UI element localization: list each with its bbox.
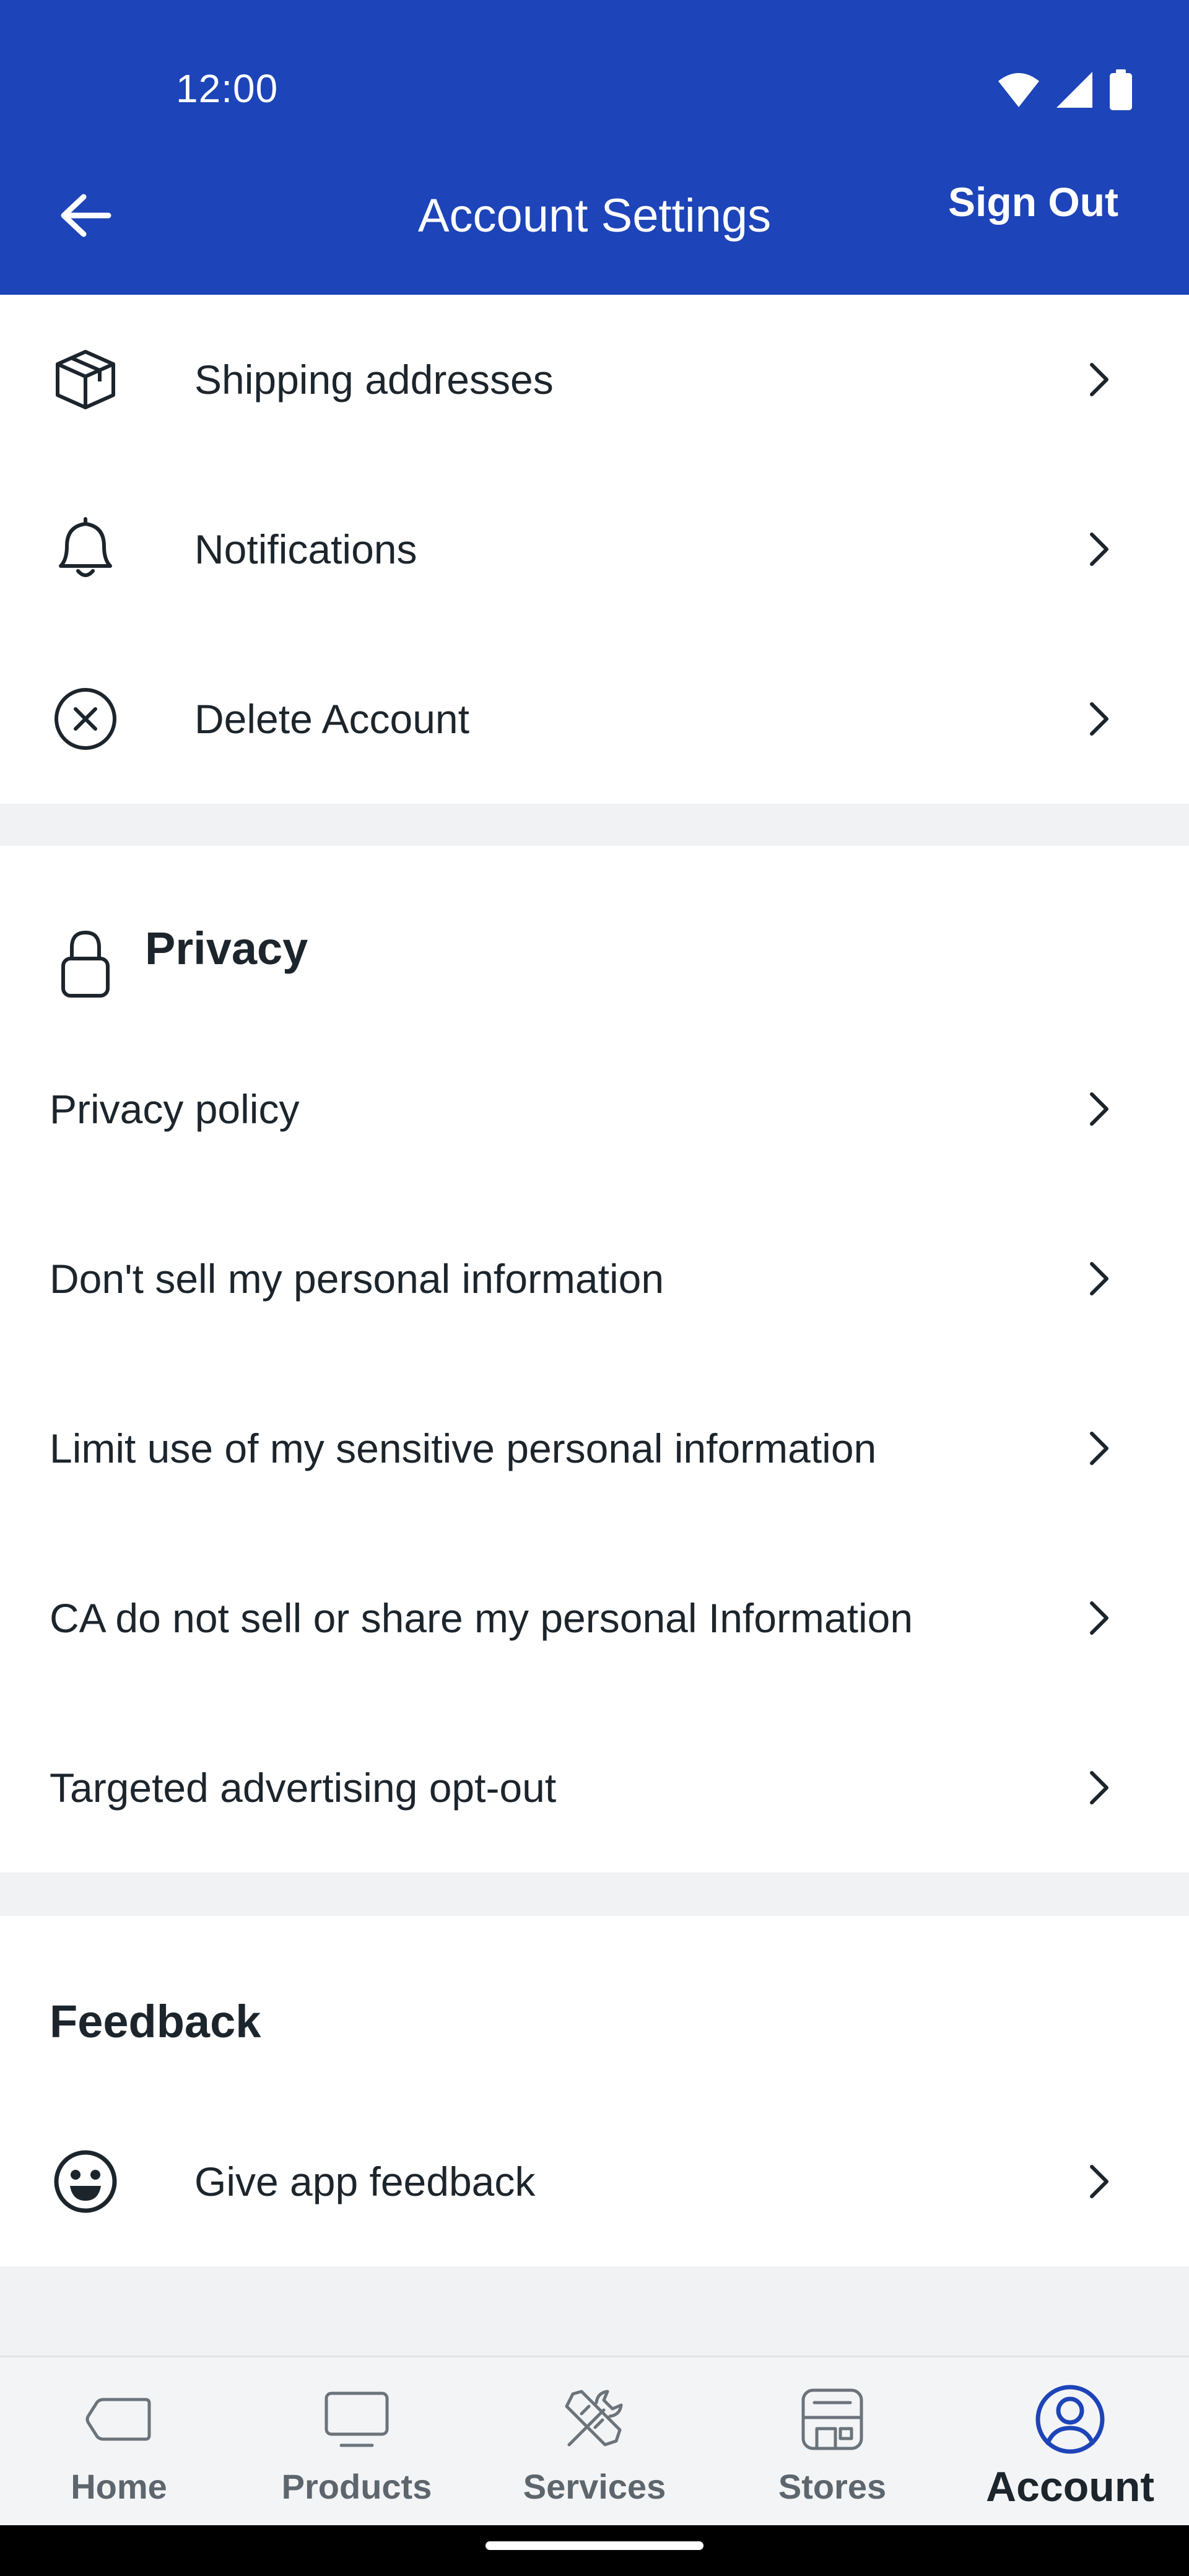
list-item-give-feedback[interactable]: Give app feedback xyxy=(0,2097,1189,2266)
privacy-section: Privacy Privacy policy Don't sell my per… xyxy=(0,846,1189,1873)
monitor-icon xyxy=(238,2380,476,2459)
status-icons xyxy=(997,68,1133,111)
chevron-right-icon xyxy=(1078,1257,1121,1300)
sign-out-button[interactable]: Sign Out xyxy=(948,178,1118,225)
battery-icon xyxy=(1110,69,1132,110)
cell-signal-icon xyxy=(1056,72,1092,108)
list-item-targeted-ads-opt-out[interactable]: Targeted advertising opt-out xyxy=(0,1703,1189,1873)
tools-icon xyxy=(476,2380,713,2459)
store-icon xyxy=(713,2380,951,2459)
nav-item-services[interactable]: Services xyxy=(476,2357,713,2527)
smiley-icon xyxy=(42,2138,129,2225)
list-item-label: Delete Account xyxy=(194,696,469,742)
app-header: 12:00 Account Settings Sign Out xyxy=(0,0,1189,295)
list-item-label: Shipping addresses xyxy=(194,357,554,402)
nav-label: Home xyxy=(71,2467,167,2506)
list-item-limit-sensitive-info[interactable]: Limit use of my sensitive personal infor… xyxy=(0,1364,1189,1533)
section-title-feedback: Feedback xyxy=(50,1996,261,2047)
list-item-label: CA do not sell or share my personal Info… xyxy=(50,1595,913,1641)
nav-label: Products xyxy=(281,2467,432,2506)
nav-item-stores[interactable]: Stores xyxy=(713,2357,951,2527)
chevron-right-icon xyxy=(1078,358,1121,401)
chevron-right-icon xyxy=(1078,528,1121,571)
list-item-label: Don't sell my personal information xyxy=(50,1256,664,1302)
section-title-privacy: Privacy xyxy=(145,923,308,974)
chevron-right-icon xyxy=(1078,1596,1121,1640)
list-item-notifications[interactable]: Notifications xyxy=(0,464,1189,634)
box-icon xyxy=(42,336,129,423)
nav-label: Services xyxy=(523,2467,666,2506)
list-item-shipping-addresses[interactable]: Shipping addresses xyxy=(0,295,1189,464)
chevron-right-icon xyxy=(1078,1087,1121,1131)
lock-icon xyxy=(42,920,129,1007)
list-item-label: Privacy policy xyxy=(50,1086,300,1132)
home-tag-icon xyxy=(0,2380,238,2459)
list-item-label: Targeted advertising opt-out xyxy=(50,1765,557,1811)
status-time: 12:00 xyxy=(176,66,279,111)
circle-x-icon xyxy=(42,676,129,762)
list-item-ca-do-not-sell[interactable]: CA do not sell or share my personal Info… xyxy=(0,1533,1189,1703)
nav-item-products[interactable]: Products xyxy=(238,2357,476,2527)
list-item-label: Give app feedback xyxy=(194,2159,536,2204)
list-item-label: Limit use of my sensitive personal infor… xyxy=(50,1425,877,1471)
nav-label: Stores xyxy=(778,2467,887,2506)
feedback-section: Feedback Give app feedback xyxy=(0,1916,1189,2266)
user-circle-icon xyxy=(951,2380,1189,2459)
system-nav-bar xyxy=(0,2525,1189,2576)
nav-item-home[interactable]: Home xyxy=(0,2357,238,2527)
list-item-delete-account[interactable]: Delete Account xyxy=(0,634,1189,804)
chevron-right-icon xyxy=(1078,2160,1121,2203)
nav-label-active: Account xyxy=(986,2463,1154,2510)
list-item-privacy-policy[interactable]: Privacy policy xyxy=(0,1024,1189,1194)
wifi-icon xyxy=(998,73,1039,107)
nav-item-account[interactable]: Account xyxy=(951,2357,1189,2527)
chevron-right-icon xyxy=(1078,1427,1121,1470)
bell-icon xyxy=(42,506,129,593)
bottom-nav: Home Products Services Stores Account xyxy=(0,2356,1189,2525)
home-gesture-handle[interactable] xyxy=(486,2541,703,2550)
account-section: Shipping addresses Notifications Delete … xyxy=(0,295,1189,804)
list-item-dont-sell-info[interactable]: Don't sell my personal information xyxy=(0,1194,1189,1364)
chevron-right-icon xyxy=(1078,1766,1121,1809)
list-item-label: Notifications xyxy=(194,526,417,572)
chevron-right-icon xyxy=(1078,697,1121,741)
